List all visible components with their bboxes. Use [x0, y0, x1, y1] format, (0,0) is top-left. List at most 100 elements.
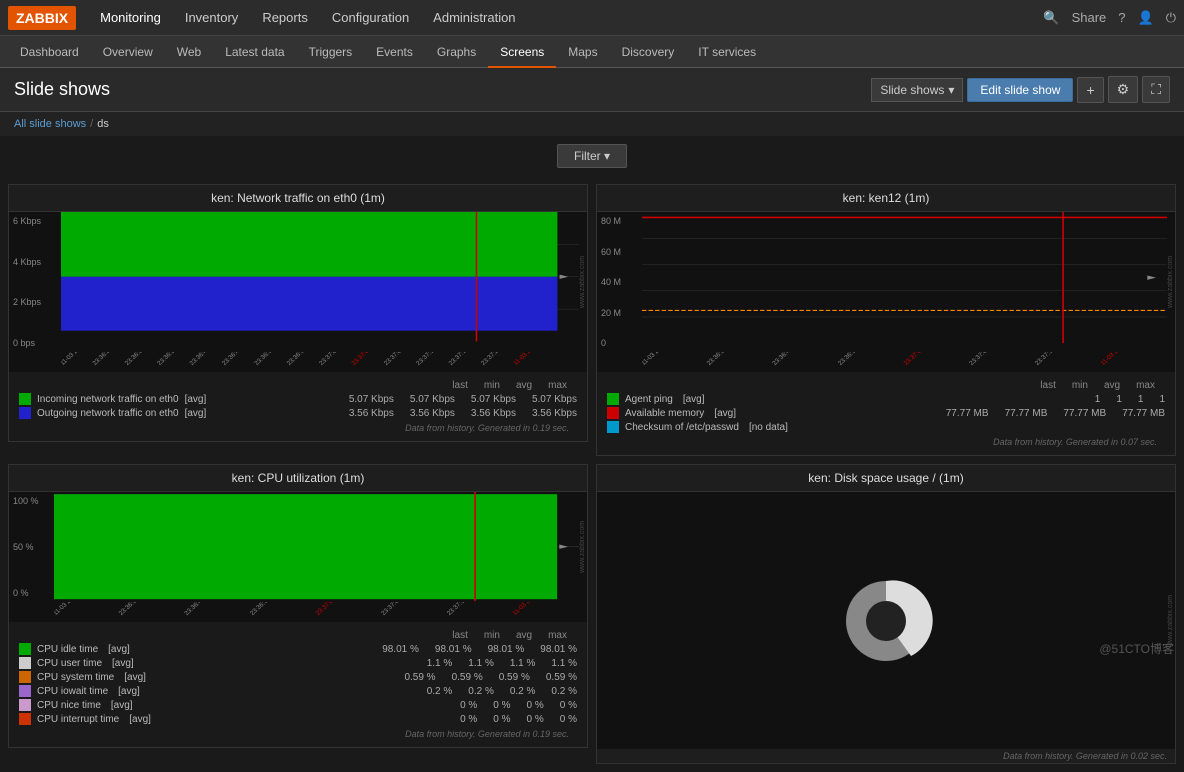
svg-text:23:36:35: 23:36:35 — [156, 352, 179, 367]
subnav-triggers[interactable]: Triggers — [297, 36, 365, 68]
nav-inventory[interactable]: Inventory — [173, 0, 250, 36]
slide-shows-dropdown[interactable]: Slide shows ▾ — [871, 78, 963, 102]
edit-slide-show-button[interactable]: Edit slide show — [967, 78, 1073, 102]
svg-text:23:37:00: 23:37:00 — [318, 352, 341, 367]
subnav-screens[interactable]: Screens — [488, 36, 556, 68]
cpu-idle-avg-label: [avg] — [108, 644, 130, 655]
net-traffic-svg — [61, 212, 579, 342]
k12-y-20m: 20 M — [601, 308, 638, 318]
nav-reports[interactable]: Reports — [250, 0, 320, 36]
add-button[interactable]: + — [1077, 77, 1103, 103]
cpu-idle-avg: 98.01 % — [488, 644, 525, 655]
cpu-nice-label: CPU nice time — [37, 700, 101, 711]
subnav-dashboard[interactable]: Dashboard — [8, 36, 91, 68]
nav-monitoring[interactable]: Monitoring — [88, 0, 173, 36]
svg-text:23:36:30: 23:36:30 — [124, 352, 147, 367]
cpu-panel: ken: CPU utilization (1m) 100 % 50 % 0 % — [8, 464, 588, 764]
svg-text:23:36:35: 23:36:35 — [118, 602, 142, 617]
net-incoming-legend-row: Incoming network traffic on eth0 [avg] 5… — [19, 393, 577, 405]
main-content: ken: Network traffic on eth0 (1m) 6 Kbps… — [0, 176, 1184, 772]
top-navigation: ZABBIX Monitoring Inventory Reports Conf… — [0, 0, 1184, 36]
cpu-interrupt-min: 0 % — [493, 714, 510, 725]
search-icon[interactable]: 🔍 — [1043, 10, 1059, 26]
disk-chart-area: www.zabbix.com — [597, 492, 1175, 749]
cpu-iowait-last: 0.2 % — [427, 686, 453, 697]
cpu-interrupt-stats: 0 % 0 % 0 % 0 % — [460, 714, 577, 725]
svg-text:23:37:05: 23:37:05 — [968, 352, 992, 367]
outgoing-min: 3.56 Kbps — [410, 408, 455, 419]
cpu-nice-avg-label: [avg] — [111, 700, 133, 711]
power-icon[interactable]: ⏻ — [1166, 10, 1176, 26]
cpu-nice-max: 0 % — [560, 700, 577, 711]
cpu-system-min: 0.59 % — [452, 672, 483, 683]
cpu-legend-last-hdr: last — [452, 630, 468, 641]
nav-configuration[interactable]: Configuration — [320, 0, 421, 36]
breadcrumb-parent-link[interactable]: All slide shows — [14, 118, 86, 130]
subnav-events[interactable]: Events — [364, 36, 425, 68]
cpu-iowait-avg-label: [avg] — [118, 686, 140, 697]
cpu-iowait-min: 0.2 % — [468, 686, 494, 697]
subnav-latest-data[interactable]: Latest data — [213, 36, 296, 68]
y-label-0bps: 0 bps — [13, 338, 57, 348]
nav-administration[interactable]: Administration — [421, 0, 527, 36]
cpu-interrupt-color — [19, 713, 31, 725]
settings-button[interactable]: ⚙ — [1108, 76, 1139, 103]
cpu-system-row: CPU system time [avg] 0.59 % 0.59 % 0.59… — [19, 671, 577, 683]
k12-agent-ping-row: Agent ping [avg] 1 1 1 1 — [607, 393, 1165, 405]
cpu-iowait-row: CPU iowait time [avg] 0.2 % 0.2 % 0.2 % … — [19, 685, 577, 697]
subnav-graphs[interactable]: Graphs — [425, 36, 488, 68]
header-actions: Slide shows ▾ Edit slide show + ⚙ ⛶ — [871, 76, 1170, 103]
net-traffic-chart: ken: Network traffic on eth0 (1m) 6 Kbps… — [8, 184, 588, 442]
k12-agent-ping-color — [607, 393, 619, 405]
cpu-legend: last min avg max CPU idle time [avg] 98.… — [9, 622, 587, 747]
k12-agent-ping-label: Agent ping — [625, 394, 673, 405]
help-button[interactable]: ? — [1118, 10, 1125, 25]
k12-y-60m: 60 M — [601, 247, 638, 257]
disk-donut-hole — [866, 601, 906, 641]
svg-text:23:36:30: 23:36:30 — [706, 352, 730, 367]
legend-header-avg: avg — [516, 380, 532, 391]
k12-agent-ping-stats: 1 1 1 1 — [1095, 394, 1165, 405]
ken12-side-label: www.zabbix.com — [1167, 212, 1175, 352]
cpu-side-label: www.zabbix.com — [579, 492, 587, 602]
incoming-max: 5.07 Kbps — [532, 394, 577, 405]
svg-text:11-03 23:36: 11-03 23:36 — [54, 602, 82, 617]
k12-avail-mem-row: Available memory [avg] 77.77 MB 77.77 MB… — [607, 407, 1165, 419]
svg-text:23:36:40: 23:36:40 — [188, 352, 211, 367]
filter-button[interactable]: Filter ▾ — [557, 144, 627, 168]
disk-panel: ken: Disk space usage / (1m) www.zabbix.… — [596, 464, 1176, 764]
cpu-nice-stats: 0 % 0 % 0 % 0 % — [460, 700, 577, 711]
user-icon[interactable]: 👤 — [1138, 10, 1154, 26]
k12-y-40m: 40 M — [601, 277, 638, 287]
cpu-interrupt-row: CPU interrupt time [avg] 0 % 0 % 0 % 0 % — [19, 713, 577, 725]
disk-chart: ken: Disk space usage / (1m) www.zabbix.… — [596, 464, 1176, 764]
fullscreen-button[interactable]: ⛶ — [1142, 76, 1170, 103]
cpu-chart: ken: CPU utilization (1m) 100 % 50 % 0 % — [8, 464, 588, 748]
svg-text:23:37:00: 23:37:00 — [314, 602, 338, 617]
subnav-web[interactable]: Web — [165, 36, 213, 68]
k12-checksum-label: Checksum of /etc/passwd — [625, 422, 739, 433]
cpu-nice-last: 0 % — [460, 700, 477, 711]
net-traffic-title: ken: Network traffic on eth0 (1m) — [9, 185, 587, 212]
svg-text:23:36:25: 23:36:25 — [91, 352, 114, 367]
subnav-overview[interactable]: Overview — [91, 36, 165, 68]
k12-agent-max: 1 — [1159, 394, 1165, 405]
breadcrumb-separator: / — [90, 118, 93, 130]
y-label-6kbps: 6 Kbps — [13, 216, 57, 226]
subnav-discovery[interactable]: Discovery — [610, 36, 687, 68]
cpu-interrupt-avg-label: [avg] — [129, 714, 151, 725]
disk-data-note: Data from history. Generated in 0.02 sec… — [597, 749, 1175, 763]
svg-text:11-03 23:37: 11-03 23:37 — [511, 602, 541, 617]
subnav-maps[interactable]: Maps — [556, 36, 609, 68]
subnav-it-services[interactable]: IT services — [686, 36, 768, 68]
cpu-idle-color — [19, 643, 31, 655]
cpu-interrupt-label: CPU interrupt time — [37, 714, 119, 725]
share-button[interactable]: Share — [1072, 10, 1107, 25]
k12-legend-max: max — [1136, 380, 1155, 391]
cpu-y-0: 0 % — [13, 588, 50, 598]
cpu-interrupt-avg: 0 % — [527, 714, 544, 725]
k12-avail-last: 77.77 MB — [946, 408, 989, 419]
incoming-avg-label: [avg] — [185, 394, 207, 405]
svg-text:11-03 23:36: 11-03 23:36 — [642, 352, 670, 367]
cpu-iowait-label: CPU iowait time — [37, 686, 108, 697]
